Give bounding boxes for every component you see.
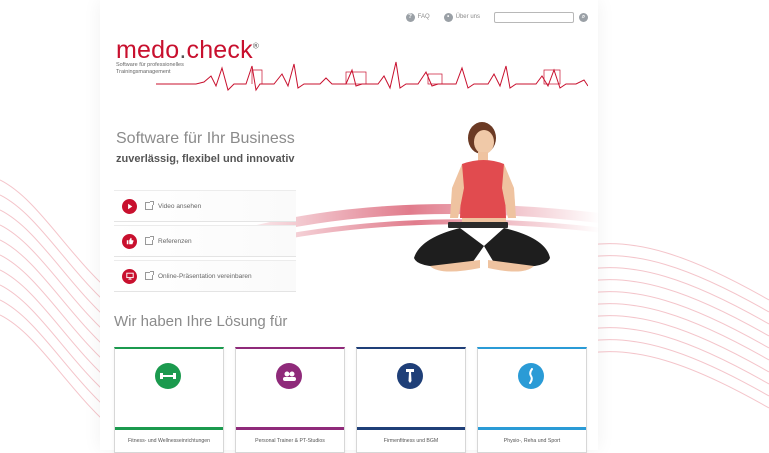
hero-woman-image xyxy=(414,122,550,272)
card-personal-trainer[interactable]: Personal Trainer & PT-Studios xyxy=(235,347,345,453)
external-link-icon xyxy=(145,236,154,245)
video-link[interactable]: Video ansehen xyxy=(114,190,296,222)
people-icon xyxy=(276,363,302,389)
card-personal-trainer-label: Personal Trainer & PT-Studios xyxy=(236,427,344,452)
hero-subtitle: zuverlässig, flexibel und innovativ xyxy=(116,153,295,165)
search-button[interactable]: ⌕ xyxy=(579,12,588,22)
user-icon: • xyxy=(443,12,453,22)
tie-icon xyxy=(397,363,423,389)
question-icon: ? xyxy=(405,12,415,22)
about-link[interactable]: • Über uns xyxy=(443,12,480,22)
references-link[interactable]: Referenzen xyxy=(114,225,296,257)
logo-mark: ® xyxy=(252,41,259,51)
card-fitness[interactable]: Fitness- und Wellnesseinrichtungen xyxy=(114,347,224,453)
top-utility-bar: ? FAQ • Über uns ⌕ xyxy=(405,10,588,24)
search-area: ⌕ xyxy=(494,11,588,23)
external-link-icon xyxy=(145,201,154,210)
heartbeat-line xyxy=(156,61,588,92)
search-input[interactable] xyxy=(494,11,574,23)
card-physio-label: Physio-, Reha und Sport xyxy=(478,427,586,452)
card-corporate-fitness[interactable]: Firmenfitness und BGM xyxy=(356,347,466,453)
card-corporate-fitness-label: Firmenfitness und BGM xyxy=(357,427,465,452)
faq-label: FAQ xyxy=(417,14,430,20)
about-label: Über uns xyxy=(455,14,480,20)
video-label: Video ansehen xyxy=(158,202,202,210)
presentation-label: Online-Präsentation vereinbaren xyxy=(158,272,252,280)
hero-links: Video ansehen Referenzen Online-Präsenta… xyxy=(114,190,296,295)
solutions-title: Wir haben Ihre Lösung für xyxy=(114,313,288,330)
solutions-cards: Fitness- und Wellnesseinrichtungen Perso… xyxy=(114,347,589,453)
spine-icon xyxy=(518,363,544,389)
references-label: Referenzen xyxy=(158,237,192,245)
main-page: ? FAQ • Über uns ⌕ medo.check® Software … xyxy=(100,0,600,453)
external-link-icon xyxy=(145,271,154,280)
faq-link[interactable]: ? FAQ xyxy=(405,12,430,22)
monitor-icon xyxy=(122,268,137,284)
card-physio[interactable]: Physio-, Reha und Sport xyxy=(477,347,587,453)
thumbs-up-icon xyxy=(122,233,137,249)
play-icon xyxy=(122,198,137,214)
dumbbell-icon xyxy=(155,363,181,389)
hero-title: Software für Ihr Business xyxy=(116,130,295,147)
presentation-link[interactable]: Online-Präsentation vereinbaren xyxy=(114,260,296,292)
card-fitness-label: Fitness- und Wellnesseinrichtungen xyxy=(115,427,223,452)
